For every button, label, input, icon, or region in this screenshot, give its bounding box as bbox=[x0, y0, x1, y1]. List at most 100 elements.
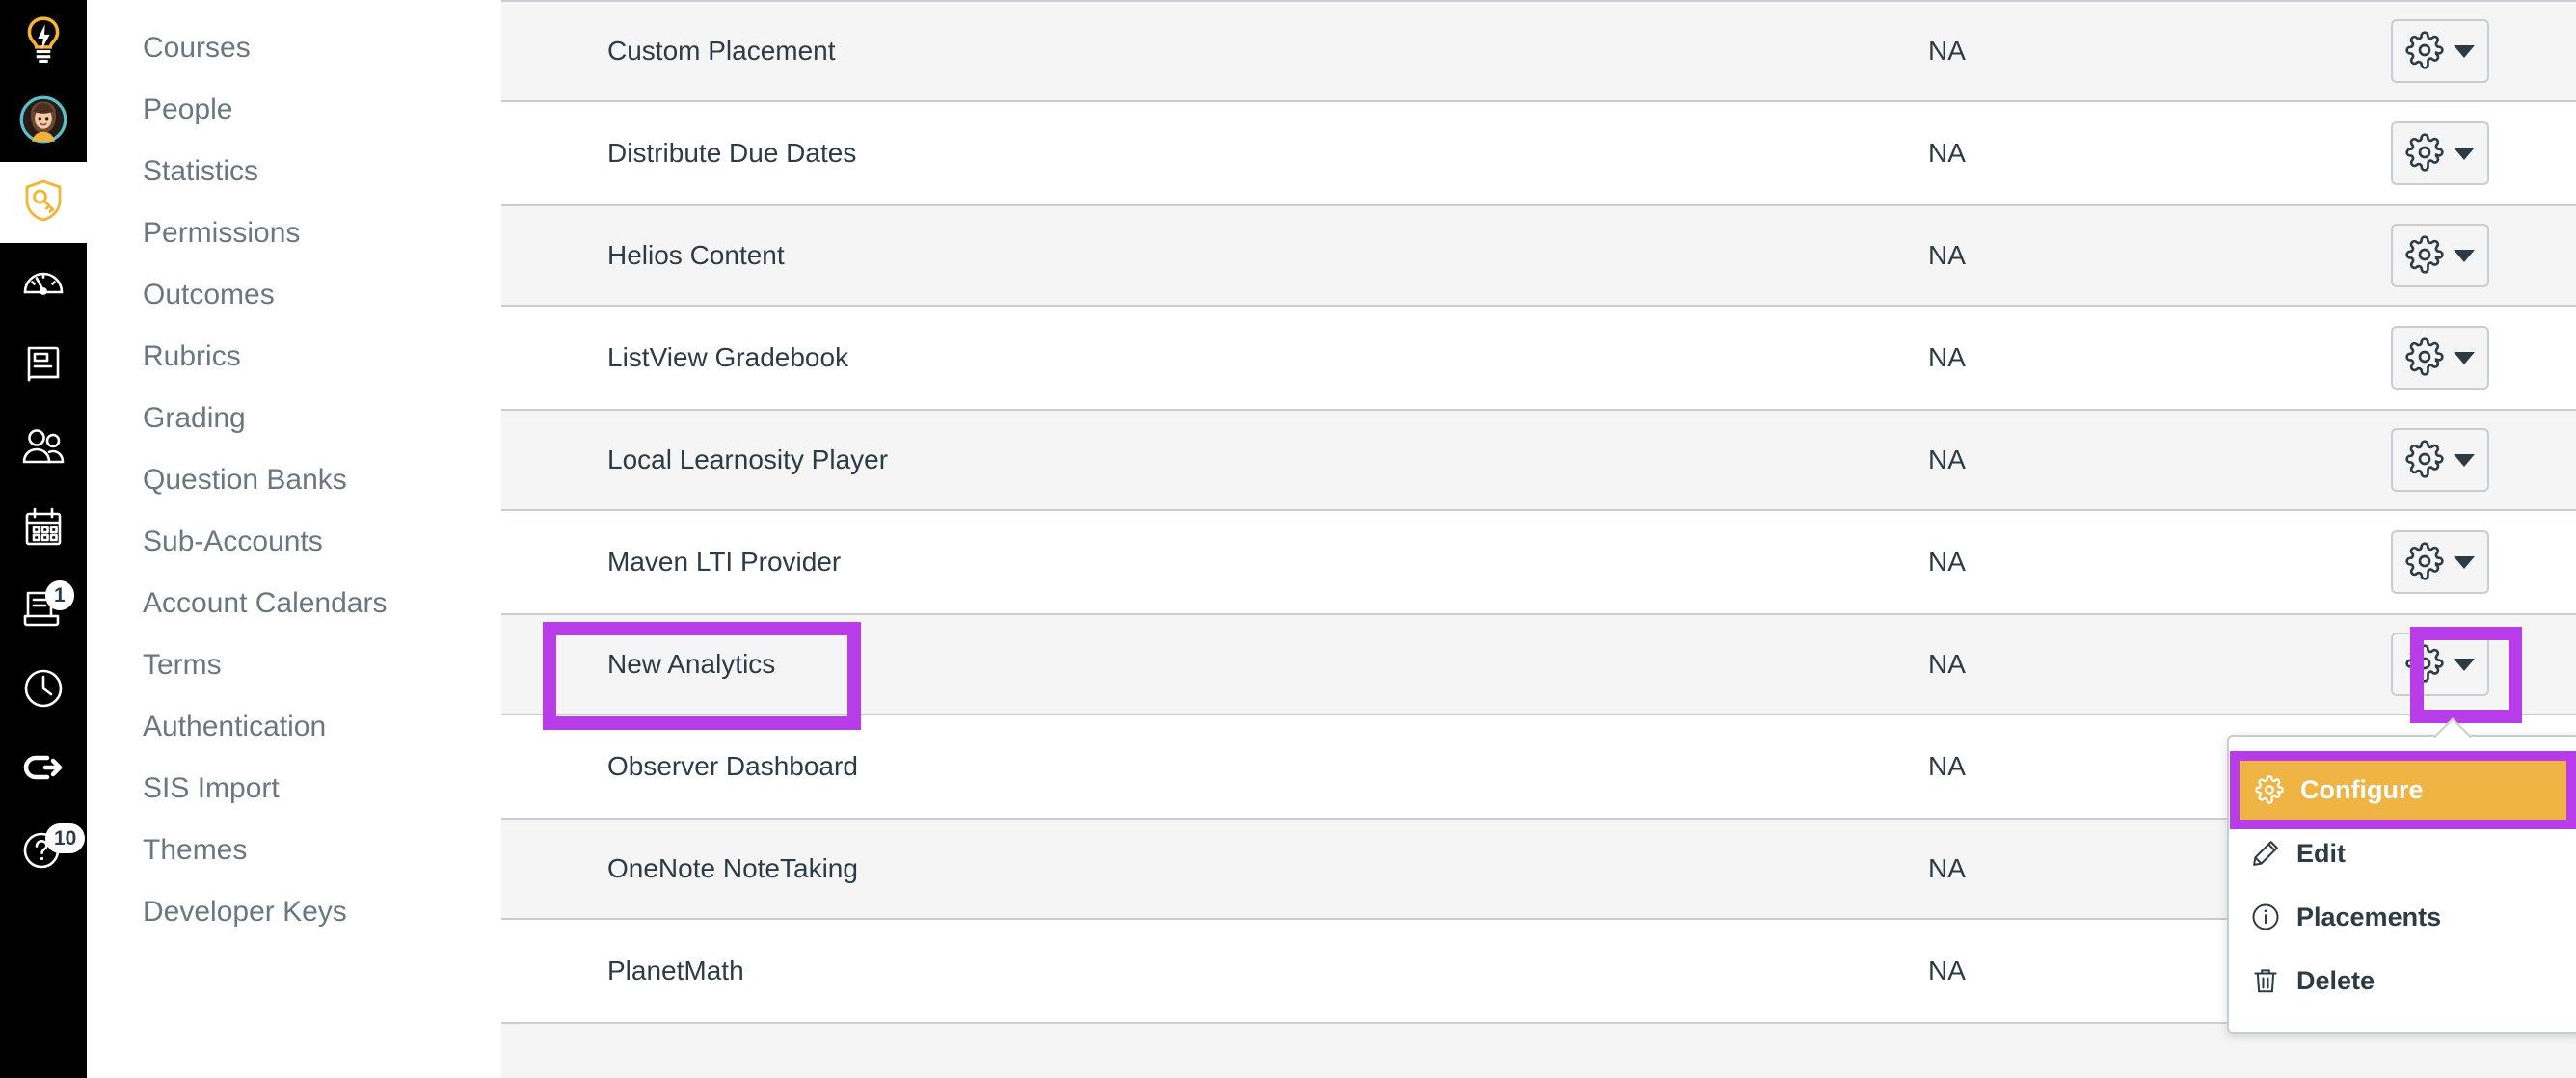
lightbulb-icon bbox=[19, 14, 67, 67]
account-nav-item-question-banks[interactable]: Question Banks bbox=[87, 449, 501, 511]
dashboard-gauge-icon[interactable] bbox=[0, 243, 87, 324]
app-status-cell: NA bbox=[1928, 649, 1966, 679]
chevron-down-icon bbox=[2454, 44, 2475, 58]
app-name-cell: Helios Content bbox=[607, 240, 785, 270]
app-status-cell: NA bbox=[1928, 445, 1966, 474]
gear-icon bbox=[2405, 132, 2444, 175]
nav-badge-count: 1 bbox=[45, 580, 74, 610]
calendar-icon[interactable] bbox=[0, 486, 87, 567]
app-actions-cell bbox=[2372, 633, 2576, 696]
app-window: 1 10 Courses People Statistics Permissions Ou… bbox=[0, 0, 2576, 1078]
menu-item-label: Edit bbox=[2296, 838, 2346, 868]
menu-item-edit[interactable]: Edit bbox=[2229, 822, 2576, 885]
book-icon bbox=[20, 341, 67, 388]
account-nav-item-account-calendars[interactable]: Account Calendars bbox=[87, 573, 501, 634]
app-name-cell: Distribute Due Dates bbox=[607, 138, 857, 168]
app-settings-gear-button[interactable] bbox=[2391, 326, 2489, 390]
table-row: Maven LTI Provider NA bbox=[501, 511, 2576, 613]
trash-icon bbox=[2250, 965, 2281, 996]
gear-icon bbox=[2405, 234, 2444, 277]
gear-icon bbox=[2405, 541, 2444, 583]
account-nav-item-permissions[interactable]: Permissions bbox=[87, 202, 501, 264]
dashboard-lightbulb-icon[interactable] bbox=[0, 0, 87, 81]
gear-icon bbox=[2405, 30, 2444, 72]
chevron-down-icon bbox=[2454, 147, 2475, 160]
app-settings-gear-button[interactable] bbox=[2391, 121, 2489, 185]
account-navigation: Courses People Statistics Permissions Outcom… bbox=[87, 0, 501, 1078]
account-nav-item-rubrics[interactable]: Rubrics bbox=[87, 326, 501, 388]
export-icon bbox=[20, 746, 67, 793]
shield-key-icon bbox=[20, 177, 67, 229]
account-nav-item-sis-import[interactable]: SIS Import bbox=[87, 758, 501, 820]
menu-item-label: Configure bbox=[2300, 774, 2424, 804]
app-name-cell: OneNote NoteTaking bbox=[607, 853, 858, 883]
help-question-icon[interactable]: 10 bbox=[0, 810, 87, 891]
app-actions-cell bbox=[2372, 428, 2576, 492]
app-status-cell: NA bbox=[1928, 138, 1966, 168]
chevron-down-icon bbox=[2454, 658, 2475, 671]
account-nav-item-outcomes[interactable]: Outcomes bbox=[87, 264, 501, 326]
groups-people-icon[interactable] bbox=[0, 405, 87, 486]
history-clock-icon[interactable] bbox=[0, 648, 87, 729]
table-row: Local Learnosity Player NA bbox=[501, 409, 2576, 511]
menu-item-label: Delete bbox=[2296, 965, 2375, 995]
account-nav-item-people[interactable]: People bbox=[87, 79, 501, 141]
table-row: Distribute Due Dates NA bbox=[501, 102, 2576, 204]
pencil-icon bbox=[2250, 838, 2281, 869]
gear-icon bbox=[2405, 643, 2444, 686]
app-actions-cell bbox=[2372, 224, 2576, 287]
info-circle-icon bbox=[2250, 902, 2281, 932]
chevron-down-icon bbox=[2454, 555, 2475, 569]
app-settings-gear-button[interactable] bbox=[2391, 224, 2489, 287]
account-nav-item-courses[interactable]: Courses bbox=[87, 17, 501, 79]
app-name-cell: Maven LTI Provider bbox=[607, 547, 842, 577]
app-actions-cell bbox=[2372, 326, 2576, 390]
account-nav-item-developer-keys[interactable]: Developer Keys bbox=[87, 881, 501, 943]
table-row: Custom Placement NA bbox=[501, 0, 2576, 102]
app-name-cell: Custom Placement bbox=[607, 36, 836, 66]
clock-icon bbox=[20, 665, 67, 712]
admin-shield-key-icon[interactable] bbox=[0, 162, 87, 243]
account-nav-item-themes[interactable]: Themes bbox=[87, 820, 501, 881]
global-navigation: 1 10 bbox=[0, 0, 87, 1078]
chevron-down-icon bbox=[2454, 351, 2475, 364]
account-nav-item-authentication[interactable]: Authentication bbox=[87, 696, 501, 758]
app-settings-gear-button[interactable] bbox=[2391, 633, 2489, 696]
app-name-cell: Observer Dashboard bbox=[607, 751, 858, 781]
chevron-down-icon bbox=[2454, 453, 2475, 467]
app-actions-cell bbox=[2372, 530, 2576, 594]
account-nav-item-grading[interactable]: Grading bbox=[87, 388, 501, 449]
app-actions-cell bbox=[2372, 19, 2576, 83]
gear-dropdown-menu: Configure Edit Placements Delete bbox=[2227, 735, 2576, 1034]
calendar-icon bbox=[20, 503, 67, 550]
menu-item-placements[interactable]: Placements bbox=[2229, 885, 2576, 949]
chevron-down-icon bbox=[2454, 249, 2475, 262]
app-status-cell: NA bbox=[1928, 547, 1966, 577]
gear-icon bbox=[2405, 337, 2444, 379]
app-name-cell: PlanetMath bbox=[607, 956, 744, 985]
app-actions-cell bbox=[2372, 121, 2576, 185]
app-settings-gear-button[interactable] bbox=[2391, 19, 2489, 83]
gear-icon bbox=[2405, 439, 2444, 481]
app-status-cell: NA bbox=[1928, 342, 1966, 372]
courses-book-icon[interactable] bbox=[0, 324, 87, 405]
nav-badge-count: 10 bbox=[45, 823, 86, 853]
account-nav-item-terms[interactable]: Terms bbox=[87, 634, 501, 696]
app-settings-gear-button[interactable] bbox=[2391, 428, 2489, 492]
menu-item-label: Placements bbox=[2296, 902, 2442, 931]
table-row: New Analytics NA bbox=[501, 613, 2576, 715]
commons-export-icon[interactable] bbox=[0, 729, 87, 810]
app-name-cell: New Analytics bbox=[607, 649, 776, 679]
inbox-icon[interactable]: 1 bbox=[0, 567, 87, 648]
menu-item-configure[interactable]: Configure bbox=[2233, 758, 2576, 822]
menu-item-delete[interactable]: Delete bbox=[2229, 949, 2576, 1012]
avatar-icon bbox=[18, 94, 68, 149]
table-row: ListView Gradebook NA bbox=[501, 307, 2576, 409]
gauge-icon bbox=[20, 260, 67, 307]
app-name-cell: Local Learnosity Player bbox=[607, 445, 889, 474]
gear-icon bbox=[2254, 774, 2285, 805]
account-nav-item-statistics[interactable]: Statistics bbox=[87, 141, 501, 202]
account-avatar[interactable] bbox=[0, 81, 87, 162]
app-settings-gear-button[interactable] bbox=[2391, 530, 2489, 594]
account-nav-item-sub-accounts[interactable]: Sub-Accounts bbox=[87, 511, 501, 573]
